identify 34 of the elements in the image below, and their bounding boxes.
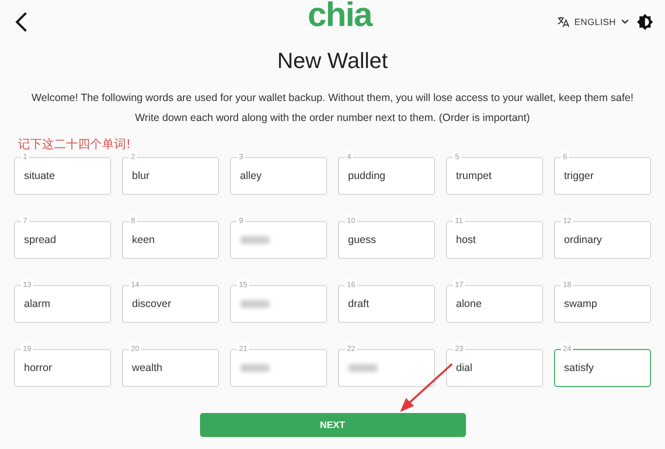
theme-toggle-icon[interactable] [636,14,653,30]
word-text: host [456,234,476,246]
blurred-word [348,364,378,372]
word-text: guess [348,234,376,246]
word-text: trigger [564,170,594,182]
word-text: alone [456,298,482,310]
word-text: alarm [24,298,50,310]
word-text: keen [132,234,155,246]
word-text: horror [24,362,52,374]
blurred-word [240,300,270,308]
word-text: alley [240,170,262,182]
description-text: Welcome! The following words are used for your wallet backup. Without them, you will lose access to your wallet, keep them safe! Write down each word along with the order number next to them. (Order is important) [32,91,634,126]
word-text: discover [132,298,172,310]
translate-icon [557,16,570,28]
blurred-word [240,364,270,372]
word-text: draft [348,298,370,310]
caret-icon [620,19,629,25]
word-text: situate [24,170,55,182]
page-title: New Wallet [277,48,388,74]
language-selector[interactable]: ENGLISH [557,16,629,28]
annotation-arrow [400,363,453,412]
word-text: pudding [348,170,386,182]
word-text: satisfy [564,362,594,374]
word-text: ordinary [564,234,602,246]
word-text: trumpet [456,170,492,182]
back-icon [14,11,28,33]
word-text: spread [24,234,56,246]
word-text: blur [132,170,150,182]
blurred-word [240,236,270,244]
word-text: wealth [132,362,162,374]
annotation-text: 记下这二十四个单词! [18,136,131,153]
logo: chia [308,0,372,32]
word-text: swamp [564,298,598,310]
word-text: dial [456,362,472,374]
